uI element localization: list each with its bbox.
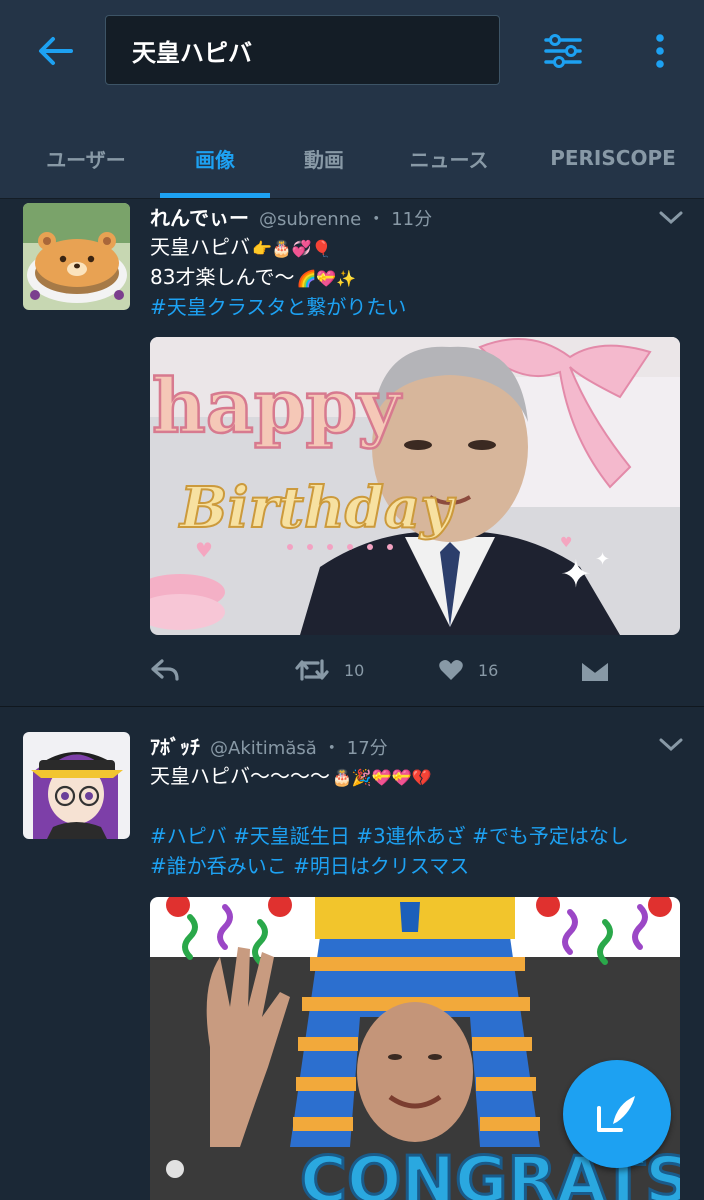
- svg-text:♥: ♥: [195, 538, 213, 562]
- emoji-group: 🌈💝✨: [296, 269, 357, 288]
- active-tab-indicator: [160, 193, 270, 198]
- emoji-group: 👉🎂💞🎈: [252, 239, 332, 258]
- search-tabs: ユーザー 画像 動画 ニュース PERISCOPE: [0, 118, 704, 198]
- tab-images[interactable]: 画像: [160, 118, 270, 198]
- tweet-text-line: 天皇ハピバ 👉🎂💞🎈: [150, 232, 332, 264]
- like-button[interactable]: 16: [438, 650, 498, 690]
- reply-icon: [151, 659, 179, 681]
- back-arrow-icon: [39, 37, 73, 65]
- tweet-menu-button[interactable]: [656, 206, 686, 230]
- hashtag-line: #ハピバ #天皇誕生日 #3連休あざ #でも予定はなし: [150, 821, 629, 851]
- tweet-header: れんでぃー @subrenne ・ 11分: [150, 202, 432, 232]
- anime-avatar-image: [23, 732, 130, 839]
- user-handle[interactable]: @Akitimăsă: [210, 738, 317, 759]
- retweet-icon: [295, 659, 329, 681]
- envelope-icon: [581, 659, 609, 681]
- emoji-group: 🎂🎉💝💝💔: [332, 768, 432, 787]
- tweet-text-line: 天皇ハピバ～～～～ 🎂🎉💝💝💔: [150, 761, 432, 793]
- tweet-time: 11分: [391, 209, 433, 230]
- tweet-menu-button[interactable]: [656, 733, 686, 757]
- more-vertical-icon: [656, 34, 664, 68]
- svg-text:✦: ✦: [595, 549, 610, 570]
- separator: ・: [367, 209, 386, 230]
- media-text-birthday: Birthday: [178, 475, 456, 541]
- compose-feather-icon: [597, 1096, 635, 1132]
- tweet-image[interactable]: ♥ ♥ ✦ ✦ happy Birthday: [150, 337, 680, 635]
- sliders-icon: [544, 34, 582, 68]
- reply-button[interactable]: [150, 650, 180, 690]
- tab-videos[interactable]: 動画: [278, 118, 370, 198]
- tweet-text: 天皇ハピバ: [150, 235, 250, 259]
- hashtag-link[interactable]: #天皇誕生日: [233, 824, 350, 848]
- tweet-header: ｱﾎﾞｯﾁ @Akitimăsă ・ 17分: [150, 731, 388, 761]
- pancake-bear-avatar-image: [23, 203, 130, 310]
- chevron-down-icon: [659, 211, 683, 225]
- svg-text:♥: ♥: [560, 535, 573, 551]
- heart-icon: [439, 660, 463, 680]
- app-header: 天皇ハピバ ユーザー 画像 動画 ニュース PERISCOPE: [0, 0, 704, 199]
- hashtag-link[interactable]: #誰か呑みいこ: [150, 854, 287, 878]
- direct-message-button[interactable]: [580, 650, 610, 690]
- back-button[interactable]: [30, 28, 80, 74]
- search-query: 天皇ハピバ: [132, 38, 252, 67]
- tweet-time: 17分: [346, 738, 388, 759]
- compose-tweet-button[interactable]: [563, 1060, 671, 1168]
- separator: ・: [322, 738, 341, 759]
- search-filter-button[interactable]: [538, 28, 588, 74]
- tweet-text-line: 83才楽しんで～ 🌈💝✨: [150, 262, 356, 294]
- tweet-actions: 10 16: [150, 650, 680, 690]
- hashtag-link[interactable]: #天皇クラスタと繋がりたい: [150, 292, 406, 322]
- user-handle[interactable]: @subrenne: [259, 209, 361, 230]
- hashtag-link[interactable]: #ハピバ: [150, 824, 227, 848]
- tweet-text: 83才楽しんで～: [150, 265, 295, 289]
- hashtag-link[interactable]: #明日はクリスマス: [293, 854, 469, 878]
- retweet-count: 10: [344, 660, 365, 680]
- search-input[interactable]: 天皇ハピバ: [105, 15, 500, 85]
- retweet-button[interactable]: 10: [294, 650, 364, 690]
- hashtag-link[interactable]: #でも予定はなし: [472, 824, 629, 848]
- tab-users[interactable]: ユーザー: [20, 118, 152, 198]
- hashtag-line: #誰か呑みいこ #明日はクリスマス: [150, 851, 469, 881]
- like-count: 16: [478, 660, 499, 680]
- avatar[interactable]: [23, 732, 130, 839]
- svg-text:✦: ✦: [560, 552, 592, 596]
- user-name[interactable]: ｱﾎﾞｯﾁ: [150, 731, 200, 760]
- tab-periscope[interactable]: PERISCOPE: [540, 118, 686, 198]
- avatar[interactable]: [23, 203, 130, 310]
- tweet-text: 天皇ハピバ～～～～: [150, 764, 330, 788]
- birthday-photo: ♥ ♥ ✦ ✦ happy Birthday: [150, 337, 680, 635]
- overflow-menu-button[interactable]: [640, 28, 680, 74]
- media-text-happy: happy: [152, 364, 402, 450]
- user-name[interactable]: れんでぃー: [150, 202, 249, 231]
- chevron-down-icon: [659, 738, 683, 752]
- hashtag-link[interactable]: #3連休あざ: [356, 824, 465, 848]
- tab-news[interactable]: ニュース: [393, 118, 505, 198]
- tweet[interactable]: れんでぃー @subrenne ・ 11分 天皇ハピバ 👉🎂💞🎈 83才楽しんで～…: [0, 199, 704, 706]
